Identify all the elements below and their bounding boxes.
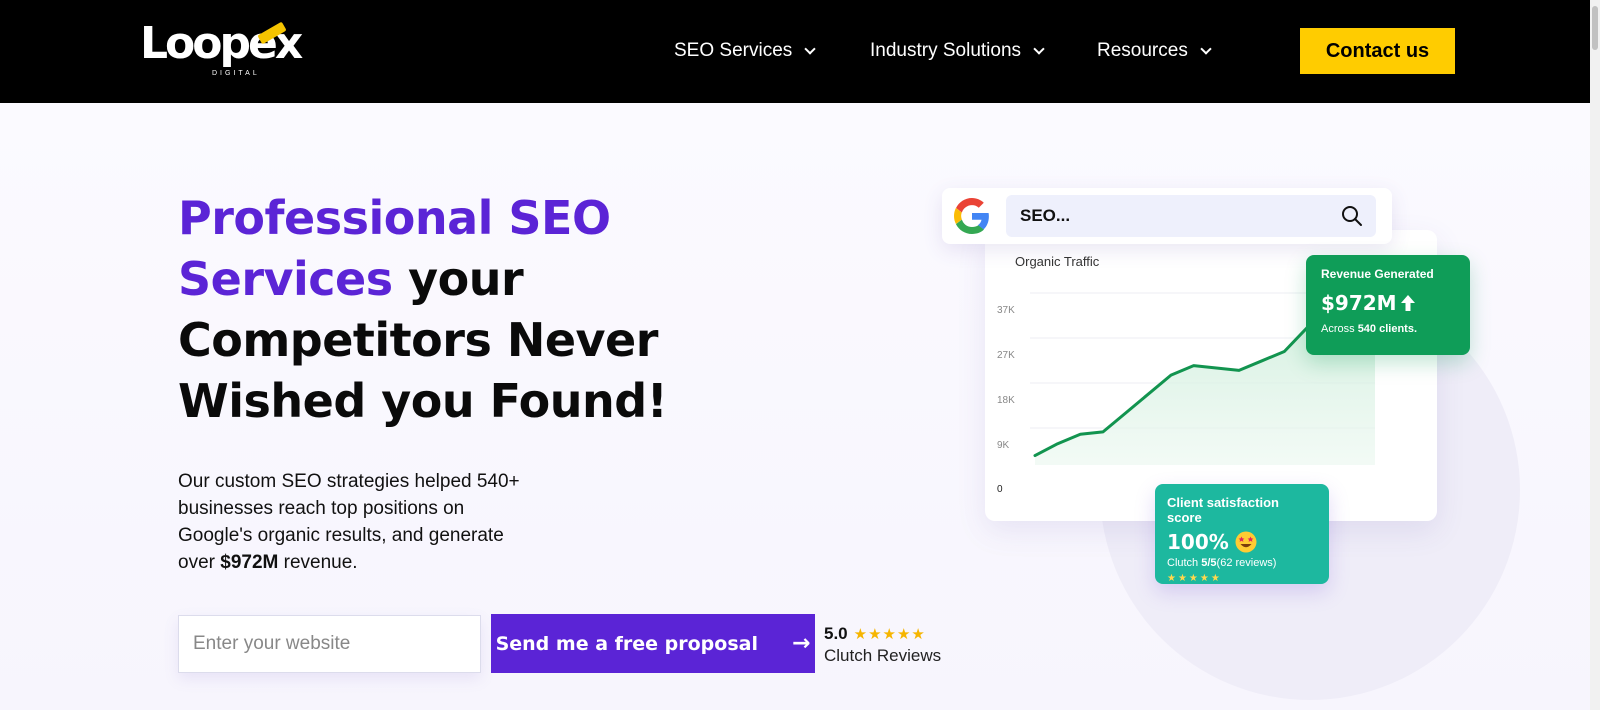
- revenue-value-row: $972M: [1321, 291, 1455, 315]
- arrow-up-icon: [1400, 295, 1415, 311]
- chart-title: Organic Traffic: [1015, 254, 1100, 269]
- sat-sub-reviews: (62 reviews): [1216, 557, 1277, 569]
- satisfaction-value: 100%: [1167, 530, 1229, 554]
- star-rating-icon: ★★★★★: [1167, 573, 1222, 584]
- clutch-rating: 5.0 ★★★★★ Clutch Reviews: [824, 624, 941, 666]
- search-query: SEO...: [1020, 206, 1071, 225]
- nav-resources[interactable]: Resources: [1097, 40, 1212, 62]
- free-proposal-button[interactable]: Send me a free proposal →: [491, 614, 815, 673]
- proposal-label: Send me a free proposal: [495, 632, 758, 655]
- revenue-clients: 540 clients.: [1357, 323, 1418, 335]
- nav-label: SEO Services: [674, 40, 793, 61]
- hero-description: Our custom SEO strategies helped 540+ bu…: [178, 468, 538, 576]
- revenue-sub-text: Across: [1321, 323, 1358, 335]
- logo-subtitle: DIGITAL: [212, 70, 260, 77]
- chevron-down-icon: [804, 42, 816, 55]
- top-navbar: Loopex DIGITAL SEO Services Industry Sol…: [0, 0, 1590, 103]
- satisfaction-card: Client satisfaction score 100% Clutch 5/…: [1155, 484, 1329, 584]
- nav-seo-services[interactable]: SEO Services: [674, 40, 816, 62]
- revenue-subtext: Across 540 clients.: [1321, 323, 1455, 335]
- y-tick-label: 27K: [997, 350, 1015, 361]
- search-field[interactable]: SEO...: [1006, 195, 1376, 237]
- arrow-right-icon: →: [791, 631, 811, 656]
- chevron-down-icon: [1033, 42, 1045, 55]
- google-icon: [954, 198, 989, 234]
- desc-text-end: revenue.: [278, 552, 358, 573]
- clutch-label: Clutch Reviews: [824, 646, 942, 665]
- page-scrollbar[interactable]: [1590, 0, 1600, 710]
- revenue-title: Revenue Generated: [1321, 267, 1434, 281]
- star-eyes-emoji-icon: [1235, 531, 1257, 553]
- website-input[interactable]: [178, 615, 481, 673]
- satisfaction-title: Client satisfaction score: [1167, 495, 1279, 525]
- desc-revenue: $972M: [220, 552, 279, 573]
- sat-sub-text: Clutch: [1167, 557, 1202, 569]
- revenue-value: $972M: [1321, 291, 1397, 315]
- scrollbar-thumb[interactable]: [1592, 6, 1598, 50]
- satisfaction-value-row: 100%: [1167, 530, 1317, 554]
- star-rating-icon: ★★★★★: [853, 626, 926, 643]
- y-tick-label: 0: [997, 484, 1003, 495]
- nav-label: Industry Solutions: [870, 40, 1022, 61]
- chevron-down-icon: [1200, 42, 1212, 55]
- loopex-logo[interactable]: Loopex DIGITAL: [140, 22, 303, 84]
- nav-label: Resources: [1097, 40, 1188, 61]
- contact-us-button[interactable]: Contact us: [1300, 28, 1455, 74]
- search-icon: [1342, 206, 1362, 226]
- hero-headline: Professional SEO Services your Competito…: [178, 188, 738, 432]
- y-tick-label: 37K: [997, 305, 1015, 316]
- revenue-card: Revenue Generated $972M Across 540 clien…: [1306, 255, 1470, 355]
- sat-sub-score: 5/5: [1201, 557, 1217, 569]
- google-search-bar: SEO...: [942, 188, 1392, 244]
- satisfaction-subtext: Clutch 5/5(62 reviews): [1167, 557, 1317, 569]
- y-tick-label: 18K: [997, 395, 1015, 406]
- nav-industry-solutions[interactable]: Industry Solutions: [870, 40, 1045, 62]
- clutch-score: 5.0: [824, 624, 848, 643]
- y-tick-label: 9K: [997, 440, 1010, 451]
